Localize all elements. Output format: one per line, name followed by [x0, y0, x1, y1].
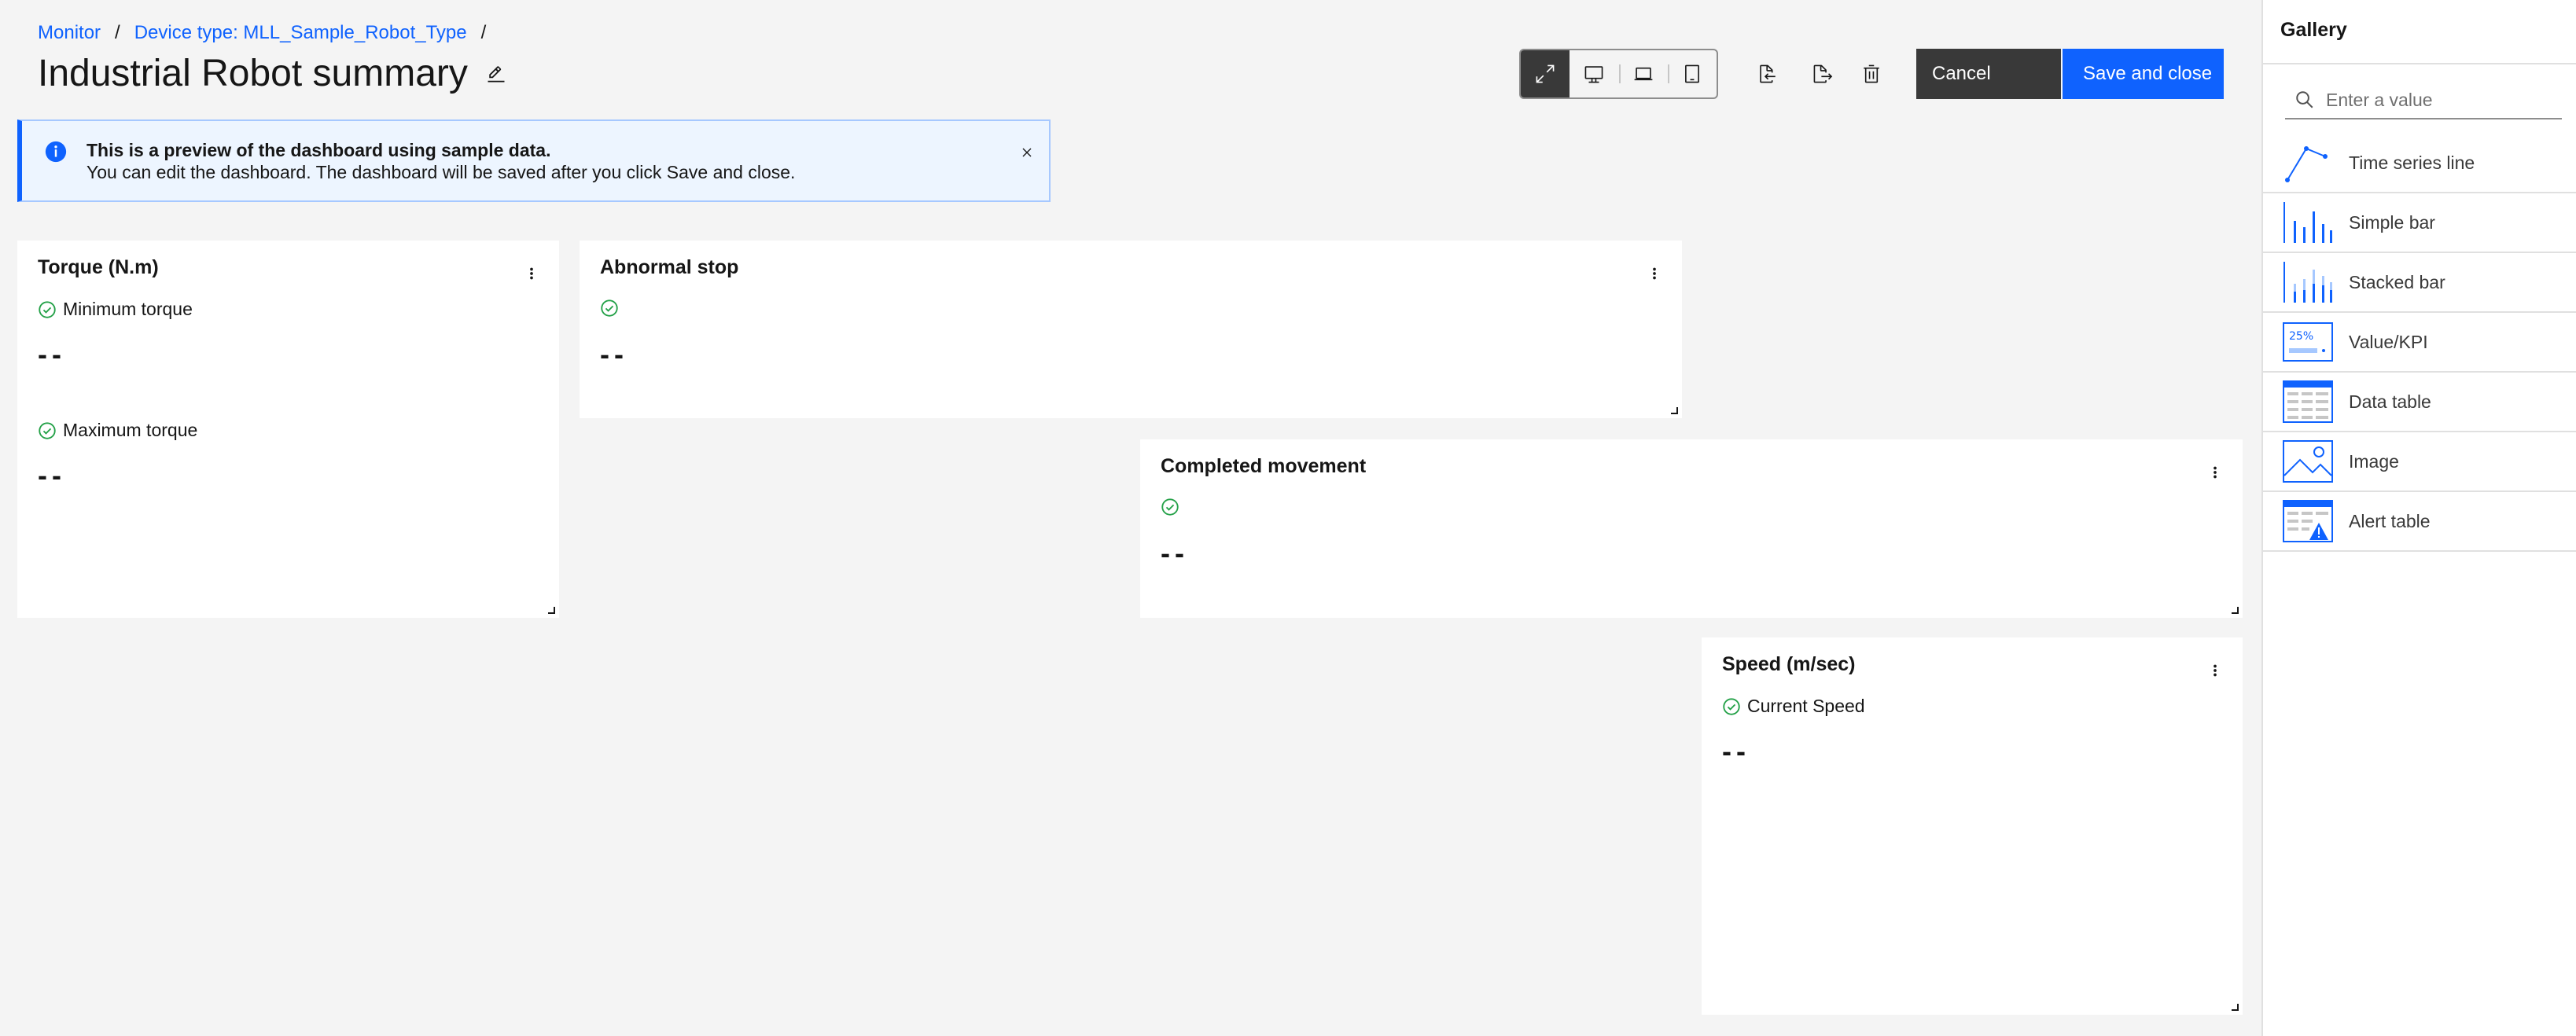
tablet-icon [1684, 64, 1699, 83]
metric-label [600, 299, 625, 318]
gallery-item-stacked-bar[interactable]: Stacked bar [2263, 253, 2576, 313]
breadcrumb-separator: / [115, 22, 120, 43]
card-completed-movement[interactable]: Completed movement -- [1140, 439, 2243, 618]
card-title: Speed (m/sec) [1722, 653, 1856, 675]
card-title: Abnormal stop [600, 256, 739, 278]
gallery-item-value-kpi[interactable]: 25% Value/KPI [2263, 313, 2576, 373]
metric-label: Minimum torque [38, 299, 193, 320]
card-overflow-menu[interactable] [520, 259, 543, 288]
gallery-item-simple-bar[interactable]: Simple bar [2263, 193, 2576, 253]
gallery-search-input[interactable] [2326, 89, 2554, 111]
card-overflow-menu[interactable] [2203, 458, 2227, 487]
metric-value: -- [1722, 735, 1750, 767]
gallery-item-alert-table[interactable]: Alert table [2263, 492, 2576, 552]
delete-button[interactable] [1856, 58, 1887, 90]
breadcrumb-monitor[interactable]: Monitor [38, 22, 101, 44]
kpi-icon: 25% [2283, 320, 2333, 364]
card-abnormal-stop[interactable]: Abnormal stop -- [580, 241, 1682, 418]
gallery-item-data-table[interactable]: Data table [2263, 373, 2576, 432]
checkmark-outline-icon [1723, 697, 1740, 715]
laptop-icon [1634, 67, 1652, 81]
gallery-item-label: Time series line [2349, 152, 2475, 173]
metric-value: -- [600, 338, 628, 370]
notification-title: This is a preview of the dashboard using… [86, 140, 551, 160]
metric-name: Minimum torque [63, 299, 193, 319]
data-table-icon [2283, 380, 2333, 424]
gallery-title: Gallery [2280, 19, 2347, 41]
gallery-item-label: Image [2349, 450, 2399, 472]
resize-handle-icon[interactable] [546, 605, 556, 615]
desktop-view-button[interactable] [1570, 50, 1618, 97]
search-icon [2296, 91, 2313, 108]
gallery-item-label: Value/KPI [2349, 331, 2428, 352]
overflow-menu-icon [530, 267, 533, 280]
gallery-divider [2263, 63, 2576, 64]
card-torque[interactable]: Torque (N.m) Minimum torque -- Maximum t… [17, 241, 559, 618]
preview-notification: This is a preview of the dashboard using… [17, 119, 1051, 202]
overflow-menu-icon [2214, 664, 2217, 677]
breakpoint-switcher [1519, 49, 1718, 99]
desktop-icon [1585, 66, 1603, 83]
metric-name: Current Speed [1747, 696, 1865, 716]
card-overflow-menu[interactable] [1643, 259, 1666, 288]
close-notification-button[interactable] [1014, 140, 1040, 165]
kpi-thumb-text: 25% [2289, 330, 2313, 343]
dashboard-editor: Monitor / Device type: MLL_Sample_Robot_… [0, 0, 2261, 1036]
edit-title-icon[interactable] [485, 63, 507, 85]
gallery-item-image[interactable]: Image [2263, 432, 2576, 492]
import-icon [1760, 64, 1776, 83]
image-icon [2283, 439, 2333, 483]
breadcrumb: Monitor / Device type: MLL_Sample_Robot_… [38, 22, 500, 44]
metric-label: Maximum torque [38, 420, 197, 441]
line-chart-icon [2283, 141, 2333, 185]
gallery-search [2285, 82, 2562, 119]
checkmark-outline-icon [39, 421, 56, 439]
resize-handle-icon[interactable] [1669, 406, 1679, 415]
metric-label [1161, 498, 1186, 516]
metric-value: -- [38, 459, 66, 491]
gallery-item-label: Stacked bar [2349, 271, 2445, 292]
close-icon [1022, 148, 1032, 157]
checkmark-outline-icon [1161, 498, 1179, 516]
resize-handle-icon[interactable] [2230, 605, 2239, 615]
stacked-bar-icon [2283, 260, 2333, 304]
export-icon [1813, 64, 1833, 83]
checkmark-outline-icon [39, 300, 56, 318]
metric-value: -- [1161, 537, 1189, 569]
breadcrumb-separator: / [480, 22, 487, 43]
metric-value: -- [38, 338, 66, 370]
resize-handle-icon[interactable] [2230, 1002, 2239, 1012]
import-button[interactable] [1752, 58, 1783, 90]
card-overflow-menu[interactable] [2203, 656, 2227, 685]
breadcrumb-device-type[interactable]: Device type: MLL_Sample_Robot_Type [134, 22, 467, 44]
trash-icon [1864, 64, 1879, 83]
info-icon [45, 141, 67, 163]
page-title-text: Industrial Robot summary [38, 53, 468, 94]
save-and-close-button[interactable]: Save and close [2063, 49, 2224, 99]
maximize-icon [1536, 64, 1555, 83]
gallery-item-label: Alert table [2349, 510, 2431, 531]
gallery-item-time-series-line[interactable]: Time series line [2263, 134, 2576, 193]
export-button[interactable] [1807, 58, 1838, 90]
metric-name: Maximum torque [63, 420, 198, 440]
tablet-view-button[interactable] [1667, 50, 1717, 97]
card-speed[interactable]: Speed (m/sec) Current Speed -- [1702, 637, 2243, 1015]
overflow-menu-icon [1653, 267, 1656, 280]
fit-to-screen-button[interactable] [1521, 50, 1570, 97]
cancel-button[interactable]: Cancel [1916, 49, 2061, 99]
notification-body: You can edit the dashboard. The dashboar… [86, 162, 796, 182]
simple-bar-icon [2283, 200, 2333, 244]
checkmark-outline-icon [601, 299, 618, 317]
card-title: Completed movement [1161, 455, 1367, 477]
gallery-item-label: Simple bar [2349, 211, 2435, 233]
gallery-panel: Gallery Time series line Simple bar Stac… [2261, 0, 2576, 1036]
laptop-view-button[interactable] [1618, 50, 1668, 97]
gallery-item-label: Data table [2349, 391, 2431, 412]
overflow-menu-icon [2214, 466, 2217, 479]
metric-label: Current Speed [1722, 696, 1865, 717]
alert-table-icon [2283, 499, 2333, 543]
card-title: Torque (N.m) [38, 256, 159, 278]
page-title: Industrial Robot summary [38, 52, 507, 95]
